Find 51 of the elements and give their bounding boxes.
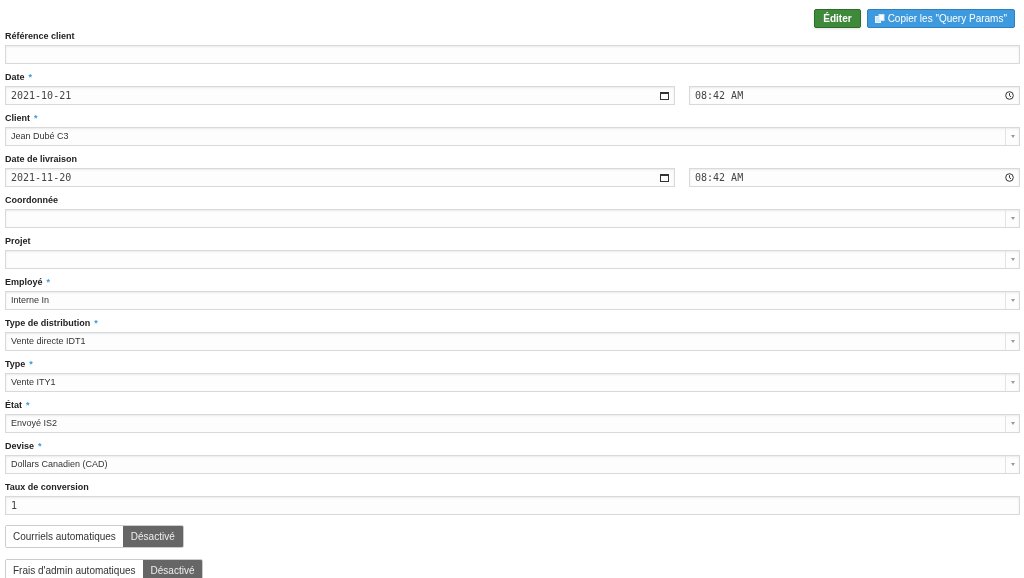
dropdown-arrow-icon [1010,217,1015,220]
dropdown-arrow-icon [1010,340,1015,343]
calendar-icon [660,91,669,100]
required-mark: * [46,276,51,289]
select-field[interactable]: Vente directe IDT1 [5,332,1020,351]
field-label: Référence client [5,30,75,43]
select-field[interactable]: Interne In [5,291,1020,310]
required-mark: * [38,440,42,453]
select-field[interactable] [5,209,1020,228]
time-field[interactable]: 08:42 AM [689,86,1020,105]
select-field[interactable]: Jean Dubé C3 [5,127,1020,146]
field-label: Employé [5,276,43,289]
time-field[interactable]: 08:42 AM [689,168,1020,187]
field-label: État [5,399,22,412]
field-label: Type [5,358,26,371]
field-label: Coordonnée [5,194,58,207]
dropdown-arrow-icon [1010,299,1015,302]
select-field[interactable]: Vente ITY1 [5,373,1020,392]
dropdown-arrow-icon [1010,381,1015,384]
text-field[interactable]: 1 [5,496,1020,515]
dropdown-arrow-icon [1010,258,1015,261]
required-mark: * [29,358,33,371]
calendar-icon [660,173,669,182]
dropdown-arrow-icon [1010,463,1015,466]
clock-icon [1005,173,1014,182]
required-mark: * [28,71,33,84]
toggle-state: Désactivé [142,560,203,578]
required-mark: * [94,317,98,330]
text-field[interactable] [5,45,1020,64]
field-label: Date [5,71,25,84]
dropdown-arrow-icon [1010,135,1015,138]
required-mark: * [34,112,38,125]
date-field[interactable]: 2021-10-21 [5,86,675,105]
field-label: Type de distribution [5,317,91,330]
edit-button[interactable]: Éditer [814,9,861,28]
toggle-state: Désactivé [122,526,183,547]
dropdown-arrow-icon [1010,422,1015,425]
select-field[interactable]: Envoyé IS2 [5,414,1020,433]
toggle-switch[interactable]: Courriels automatiques Désactivé [5,525,184,548]
field-label: Taux de conversion [5,481,89,494]
field-label: Devise [5,440,35,453]
toggle-switch[interactable]: Frais d'admin automatiques Désactivé [5,559,204,578]
select-field[interactable]: Dollars Canadien (CAD) [5,455,1020,474]
clock-icon [1005,91,1014,100]
select-field[interactable] [5,250,1020,269]
field-label: Projet [5,235,31,248]
field-label: Client [5,112,30,125]
required-mark: * [26,399,30,412]
field-label: Date de livraison [5,153,78,166]
date-field[interactable]: 2021-11-20 [5,168,675,187]
clipboard-icon [874,14,885,23]
